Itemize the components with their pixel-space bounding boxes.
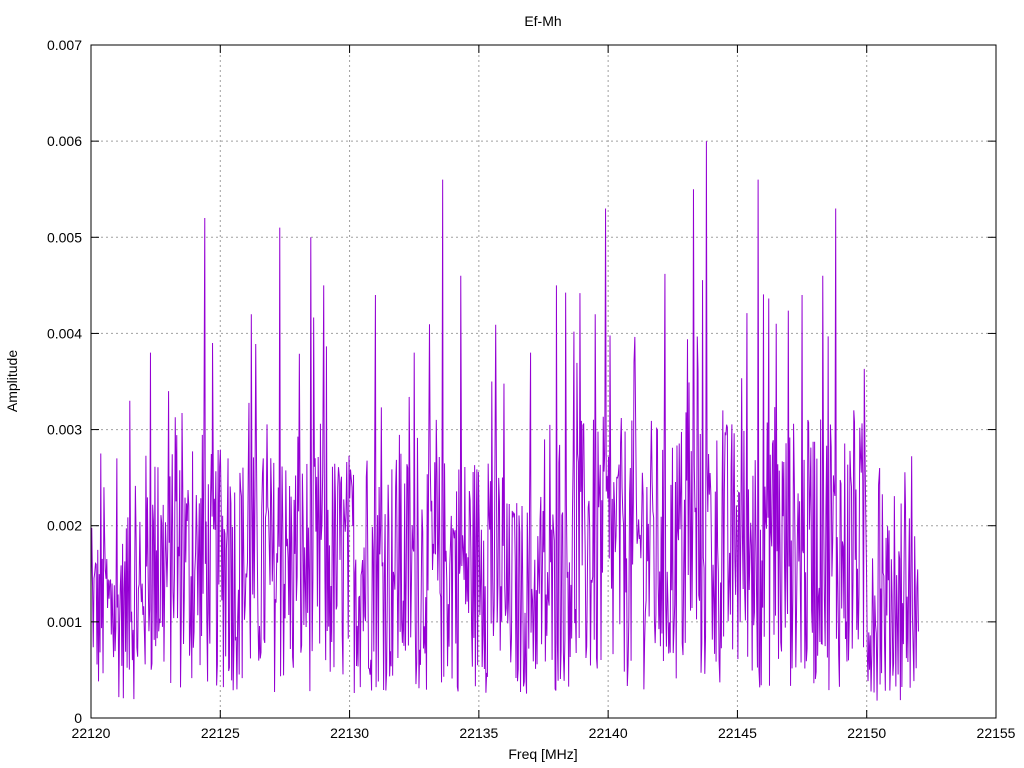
x-axis-label: Freq [MHz] [508, 746, 577, 762]
x-tick-label: 22155 [977, 725, 1016, 741]
x-tick-label: 22145 [718, 725, 757, 741]
y-tick-label: 0.003 [47, 422, 82, 438]
y-tick-label: 0.006 [47, 133, 82, 149]
x-tick-label: 22135 [459, 725, 498, 741]
x-tick-label: 22125 [201, 725, 240, 741]
y-tick-label: 0.005 [47, 229, 82, 245]
x-tick-label: 22130 [330, 725, 369, 741]
x-tick-label: 22150 [847, 725, 886, 741]
chart-canvas: 22120 22125 22130 22135 22140 22145 22150 22155… [0, 0, 1024, 768]
y-tick-label: 0.001 [47, 614, 82, 630]
y-axis-label: Amplitude [4, 350, 20, 412]
x-tick-label: 22120 [72, 725, 111, 741]
x-tick-label: 22140 [589, 725, 628, 741]
y-tick-label: 0.007 [47, 37, 82, 53]
y-tick-label: 0 [74, 710, 82, 726]
y-tick-label: 0.004 [47, 325, 82, 341]
chart-title: Ef-Mh [524, 13, 561, 29]
y-tick-label: 0.002 [47, 518, 82, 534]
